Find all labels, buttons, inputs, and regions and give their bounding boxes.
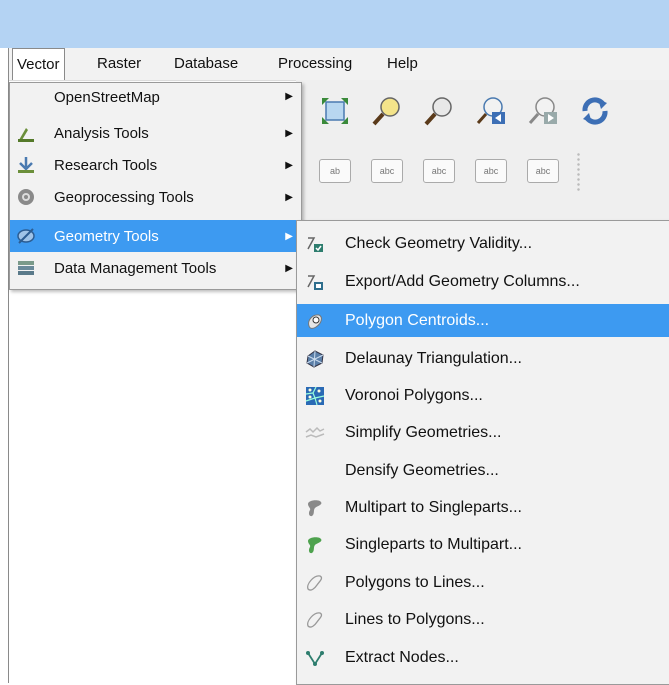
menu-item-export-geometry[interactable]: Export/Add Geometry Columns... bbox=[297, 265, 669, 299]
menu-item-lines-to-polygons[interactable]: Lines to Polygons... bbox=[297, 603, 669, 637]
menu-item-label: OpenStreetMap bbox=[54, 89, 160, 106]
rotate-label-icon[interactable]: abc bbox=[472, 152, 510, 190]
singleparts-icon bbox=[304, 534, 326, 556]
submenu-arrow-icon: ▶ bbox=[285, 127, 293, 139]
extract-nodes-icon bbox=[304, 647, 326, 669]
label-text: abc bbox=[423, 159, 455, 183]
menu-item-label: Lines to Polygons... bbox=[345, 611, 485, 628]
menu-item-label: Check Geometry Validity... bbox=[345, 235, 533, 252]
menu-item-label: Multipart to Singleparts... bbox=[345, 499, 522, 516]
submenu-arrow-icon: ▶ bbox=[285, 91, 293, 102]
menu-item-check-geometry[interactable]: Check Geometry Validity... bbox=[297, 227, 669, 261]
menu-processing[interactable]: Processing bbox=[278, 48, 352, 80]
menubar: Vector Raster Database Processing Help bbox=[9, 48, 669, 81]
menu-item-extract-nodes[interactable]: Extract Nodes... bbox=[297, 641, 669, 675]
label-text: ab bbox=[319, 159, 351, 183]
label-text: abc bbox=[371, 159, 403, 183]
export-geometry-icon bbox=[304, 271, 326, 293]
submenu-arrow-icon: ▶ bbox=[285, 262, 293, 274]
menu-item-label: Geometry Tools bbox=[54, 227, 159, 245]
menu-item-label: Simplify Geometries... bbox=[345, 424, 502, 441]
simplify-icon bbox=[304, 422, 326, 444]
zoom-to-layer-icon[interactable] bbox=[420, 92, 458, 130]
menu-item-densify[interactable]: Densify Geometries... bbox=[297, 454, 669, 488]
change-label-icon[interactable]: abc bbox=[524, 152, 562, 190]
multipart-icon bbox=[304, 497, 326, 519]
menu-item-analysis-tools[interactable]: Analysis Tools ▶ bbox=[10, 117, 301, 149]
refresh-icon[interactable] bbox=[576, 92, 614, 130]
menu-item-simplify[interactable]: Simplify Geometries... bbox=[297, 416, 669, 450]
menu-item-singleparts-to-multipart[interactable]: Singleparts to Multipart... bbox=[297, 528, 669, 562]
menu-item-openstreetmap[interactable]: OpenStreetMap ▶ bbox=[10, 87, 301, 119]
menu-item-polygons-to-lines[interactable]: Polygons to Lines... bbox=[297, 566, 669, 600]
menu-raster[interactable]: Raster bbox=[97, 48, 141, 80]
zoom-last-icon[interactable] bbox=[472, 92, 510, 130]
menu-item-label: Polygon Centroids... bbox=[345, 311, 490, 329]
submenu-arrow-icon: ▶ bbox=[285, 230, 293, 242]
menu-item-label: Densify Geometries... bbox=[345, 462, 499, 479]
toolbar-row-labels: ab abc abc abc abc bbox=[316, 152, 582, 192]
menu-vector[interactable]: Vector bbox=[12, 48, 65, 80]
menu-item-label: Extract Nodes... bbox=[345, 649, 459, 666]
move-label-icon[interactable]: abc bbox=[420, 152, 458, 190]
label-tool-icon[interactable]: ab bbox=[316, 152, 354, 190]
menu-item-delaunay[interactable]: Delaunay Triangulation... bbox=[297, 342, 669, 376]
menu-item-label: Data Management Tools bbox=[54, 259, 217, 277]
data-management-icon bbox=[15, 257, 37, 279]
geometry-tools-icon bbox=[15, 225, 37, 247]
menu-item-label: Delaunay Triangulation... bbox=[345, 350, 522, 367]
check-geometry-icon bbox=[304, 233, 326, 255]
label-text: abc bbox=[475, 159, 507, 183]
lines-to-polygons-icon bbox=[304, 609, 326, 631]
menu-item-label: Polygons to Lines... bbox=[345, 574, 485, 591]
submenu-arrow-icon: ▶ bbox=[285, 191, 293, 203]
menu-item-label: Geoprocessing Tools bbox=[54, 188, 194, 206]
delaunay-icon bbox=[304, 348, 326, 370]
menu-item-geoprocessing-tools[interactable]: Geoprocessing Tools ▶ bbox=[10, 181, 301, 213]
menu-help[interactable]: Help bbox=[387, 48, 418, 80]
show-labels-icon[interactable]: abc bbox=[368, 152, 406, 190]
geometry-tools-submenu: Check Geometry Validity... Export/Add Ge… bbox=[296, 220, 669, 685]
toolbar-grip[interactable] bbox=[576, 152, 582, 192]
zoom-to-selection-icon[interactable] bbox=[368, 92, 406, 130]
menu-item-data-management-tools[interactable]: Data Management Tools ▶ bbox=[10, 252, 301, 284]
menu-item-voronoi[interactable]: Voronoi Polygons... bbox=[297, 379, 669, 413]
menu-item-label: Research Tools bbox=[54, 156, 158, 174]
menu-item-geometry-tools[interactable]: Geometry Tools ▶ bbox=[10, 220, 301, 252]
menu-item-polygon-centroids[interactable]: Polygon Centroids... bbox=[297, 304, 669, 337]
submenu-arrow-icon: ▶ bbox=[285, 159, 293, 171]
toolbar: ab abc abc abc abc bbox=[296, 80, 669, 220]
menu-item-label: Voronoi Polygons... bbox=[345, 387, 483, 404]
menu-item-label: Analysis Tools bbox=[54, 124, 149, 142]
voronoi-icon bbox=[304, 385, 326, 407]
research-tools-icon bbox=[15, 154, 37, 176]
menu-item-label: Singleparts to Multipart... bbox=[345, 536, 522, 553]
menu-item-multipart-to-singleparts[interactable]: Multipart to Singleparts... bbox=[297, 491, 669, 525]
menu-database[interactable]: Database bbox=[174, 48, 238, 80]
window-titlebar bbox=[0, 0, 669, 48]
polygons-to-lines-icon bbox=[304, 572, 326, 594]
analysis-tools-icon bbox=[15, 122, 37, 144]
label-text: abc bbox=[527, 159, 559, 183]
menu-item-research-tools[interactable]: Research Tools ▶ bbox=[10, 149, 301, 181]
toolbar-row-zoom bbox=[316, 92, 614, 132]
zoom-next-icon[interactable] bbox=[524, 92, 562, 130]
menu-item-label: Export/Add Geometry Columns... bbox=[345, 273, 580, 290]
zoom-full-icon[interactable] bbox=[316, 92, 354, 130]
geoprocessing-tools-icon bbox=[15, 186, 37, 208]
polygon-centroids-icon bbox=[304, 310, 326, 332]
vector-menu: OpenStreetMap ▶ Analysis Tools ▶ Researc… bbox=[9, 82, 302, 290]
